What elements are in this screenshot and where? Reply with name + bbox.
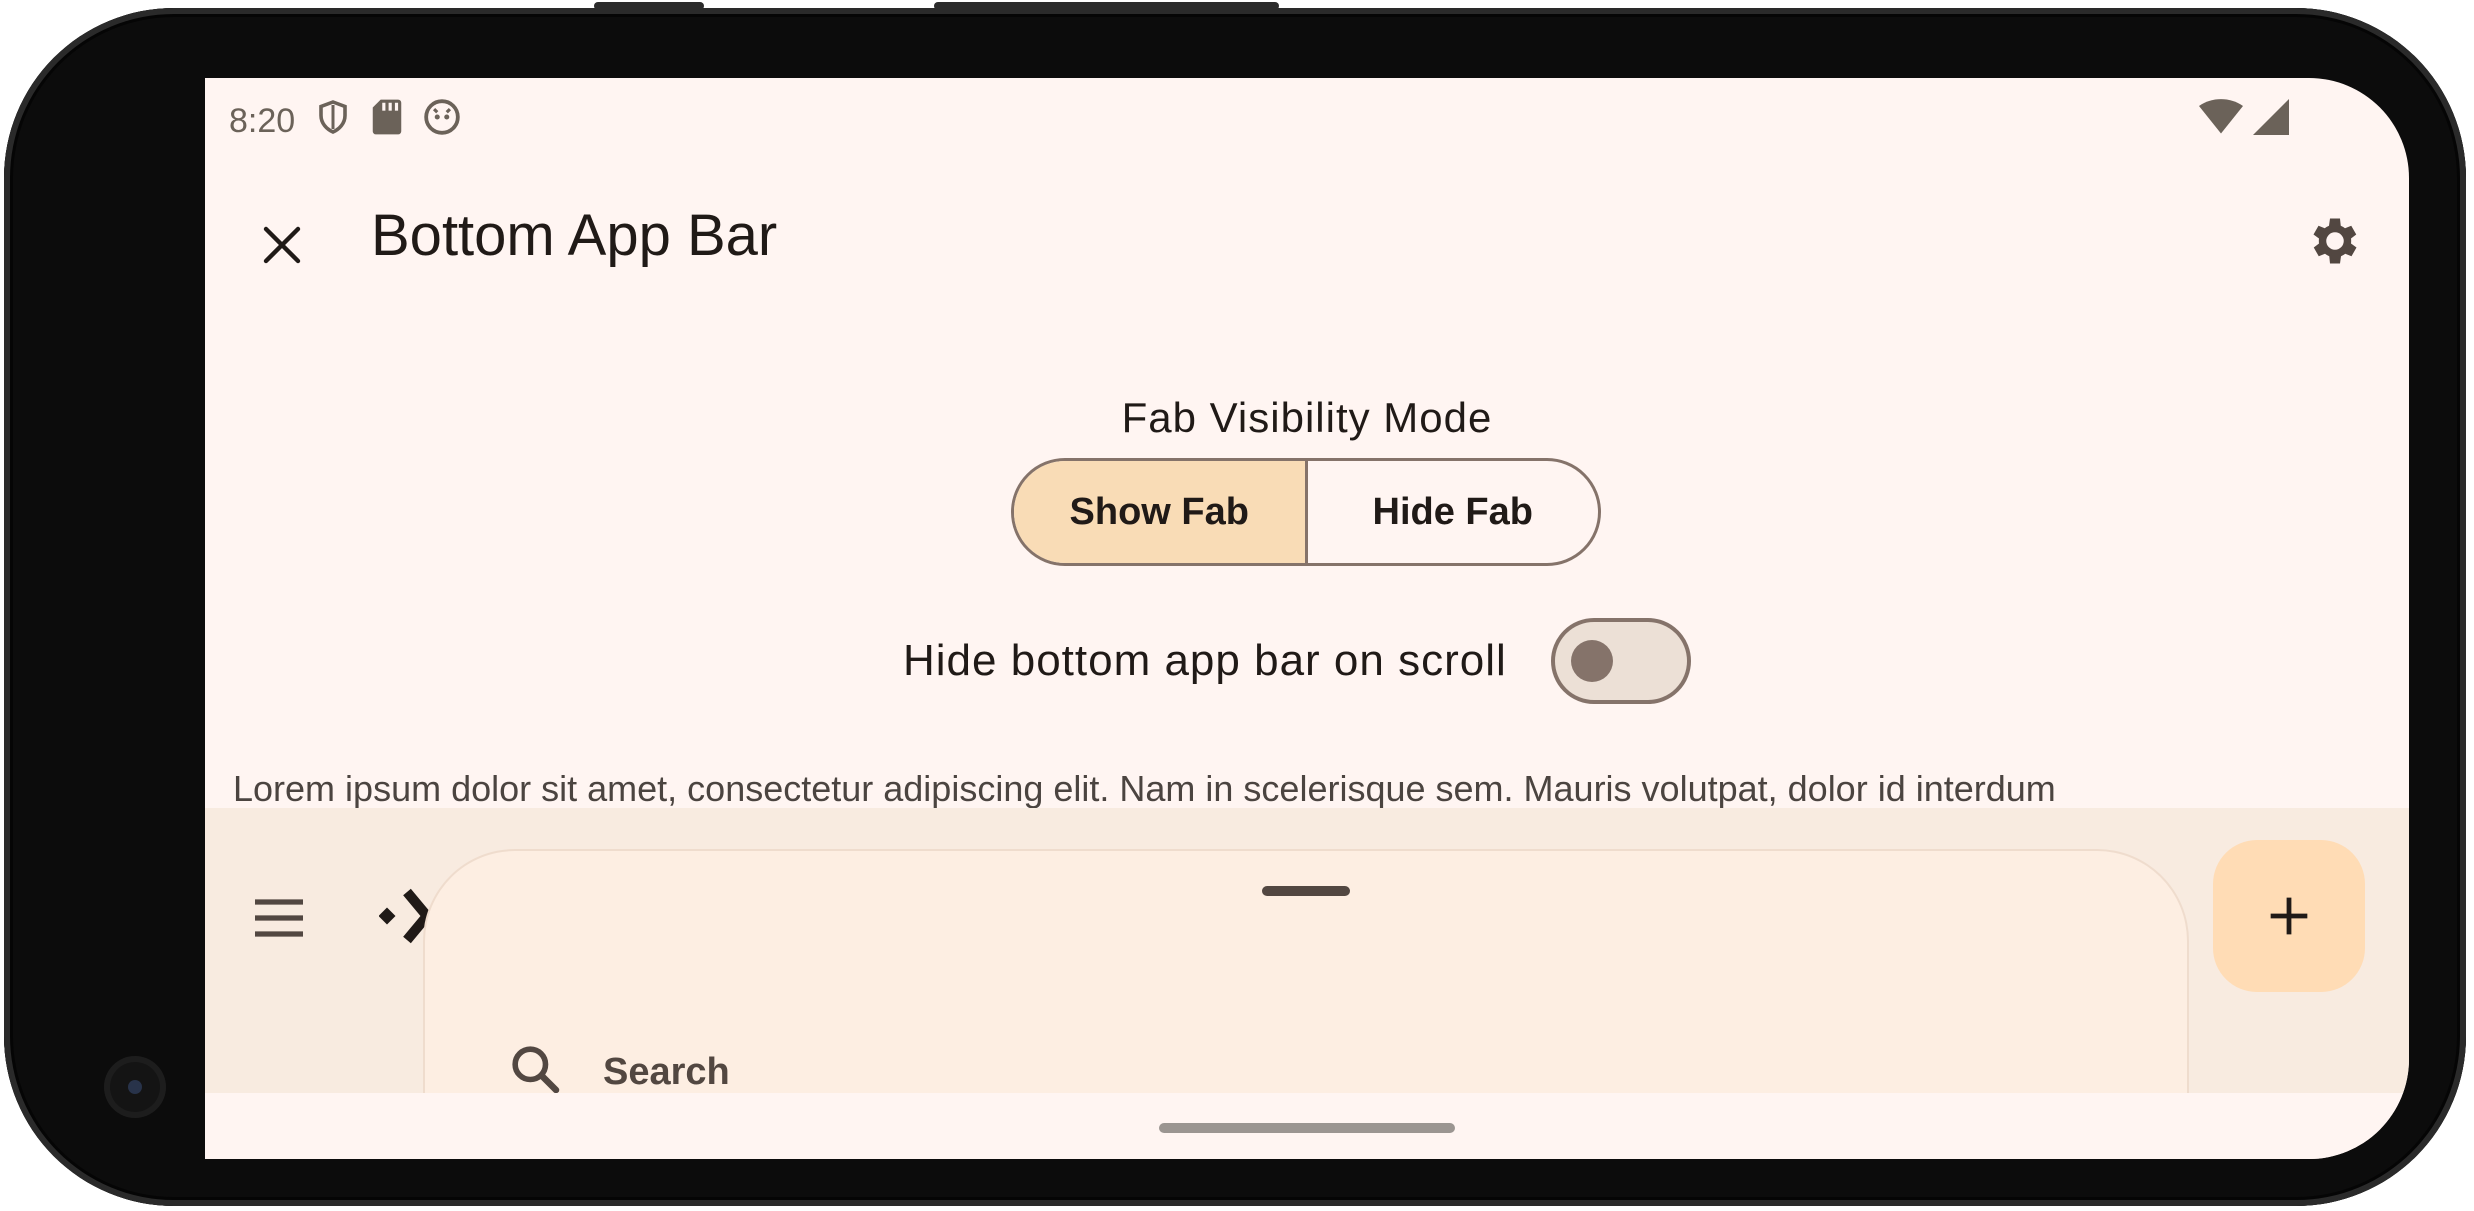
sd-card-icon — [371, 98, 403, 145]
settings-button[interactable] — [2295, 201, 2375, 281]
status-time: 8:20 — [229, 101, 296, 140]
search-item-label[interactable]: Search — [603, 1051, 730, 1094]
close-icon — [263, 226, 301, 264]
switch-thumb — [1570, 640, 1613, 682]
hide-on-scroll-switch[interactable] — [1550, 618, 1691, 704]
status-right — [2199, 98, 2289, 141]
navigate-button[interactable] — [378, 886, 434, 946]
hide-on-scroll-label: Hide bottom app bar on scroll — [903, 636, 1507, 685]
android-debug-icon — [423, 98, 461, 145]
menu-icon — [255, 899, 303, 937]
shield-icon — [315, 97, 351, 146]
fab-visibility-label: Fab Visibility Mode — [1121, 394, 1493, 441]
fab-visibility-segmented-control: Show Fab Hide Fab — [1011, 458, 1601, 566]
navigate-icon — [378, 888, 434, 944]
lorem-text: Lorem ipsum dolor sit amet, consectetur … — [233, 768, 2056, 809]
hide-fab-segment[interactable]: Hide Fab — [1308, 461, 1599, 563]
signal-icon — [2253, 98, 2289, 141]
camera-icon — [104, 1056, 166, 1118]
plus-icon — [2270, 897, 2308, 935]
search-icon — [507, 1041, 567, 1101]
menu-button[interactable] — [249, 888, 309, 948]
status-bar: 8:20 — [229, 96, 461, 146]
fab-add-button[interactable] — [2213, 840, 2365, 992]
drag-handle[interactable] — [1262, 886, 1350, 896]
gear-icon — [2313, 218, 2357, 264]
page-title: Bottom App Bar — [371, 203, 778, 268]
volume-button — [594, 2, 704, 10]
power-button — [934, 2, 1279, 10]
home-indicator[interactable] — [1159, 1123, 1455, 1133]
show-fab-segment[interactable]: Show Fab — [1014, 461, 1308, 563]
close-button[interactable] — [245, 208, 319, 282]
screen: 8:20 Bottom App Bar Fab Visibility Mode … — [205, 78, 2409, 1159]
wifi-icon — [2199, 98, 2243, 141]
hide-on-scroll-row: Hide bottom app bar on scroll — [903, 618, 1691, 704]
phone-frame: 8:20 Bottom App Bar Fab Visibility Mode … — [4, 2, 2466, 1206]
